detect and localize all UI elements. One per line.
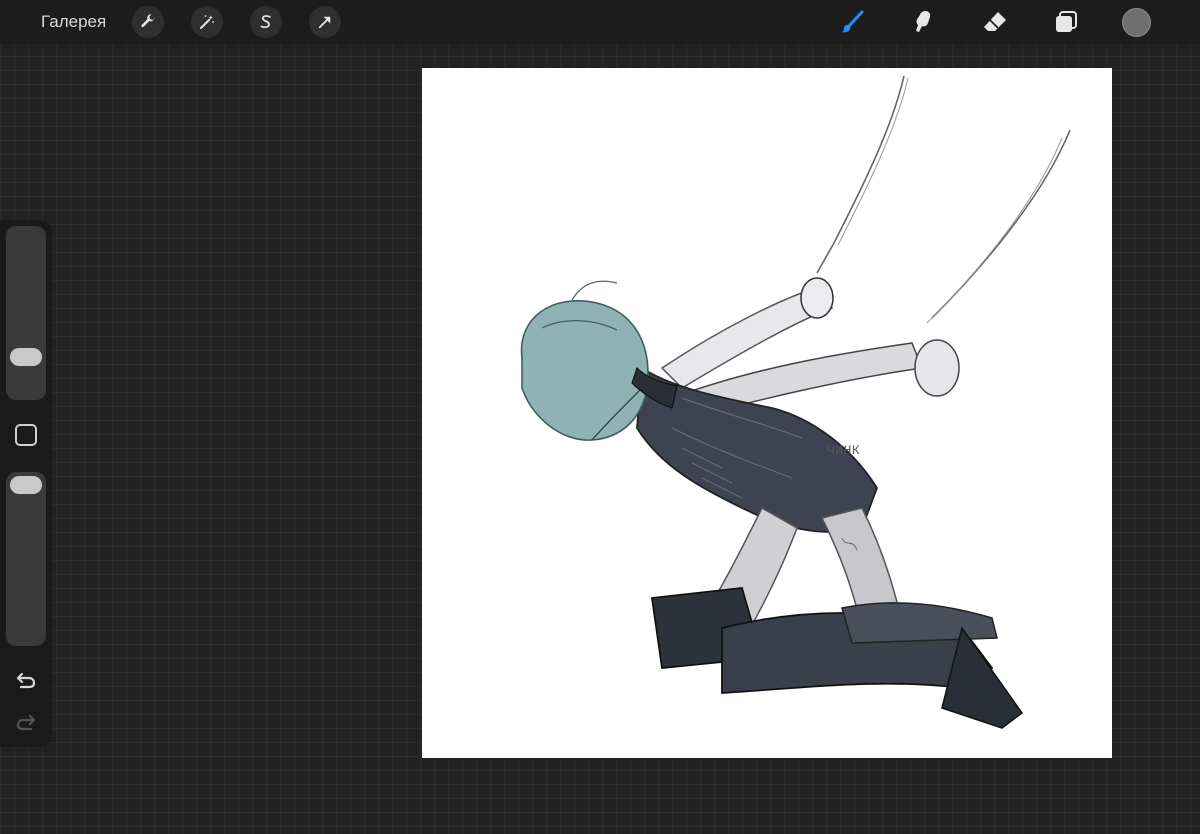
- selection-button[interactable]: [250, 6, 282, 38]
- actions-button[interactable]: [132, 6, 164, 38]
- redo-button[interactable]: [14, 710, 38, 734]
- layers-button[interactable]: [1048, 4, 1084, 40]
- smudge-icon: [916, 11, 931, 32]
- opacity-slider[interactable]: [6, 472, 46, 646]
- brush-size-thumb[interactable]: [10, 348, 42, 366]
- undo-icon: [16, 672, 36, 689]
- top-toolbar: Галерея: [0, 0, 1200, 44]
- drawing-canvas[interactable]: ЧИНК: [422, 68, 1112, 758]
- artwork-signature: ЧИНК: [827, 443, 861, 458]
- redo-icon: [16, 714, 36, 731]
- artwork-sketch: [520, 75, 1071, 729]
- brush-tool-button[interactable]: [834, 4, 870, 40]
- eraser-icon: [984, 12, 1006, 31]
- selection-s-icon: [260, 15, 271, 29]
- brush-size-slider[interactable]: [6, 226, 46, 400]
- wrench-icon: [141, 14, 155, 28]
- eraser-tool-button[interactable]: [977, 4, 1013, 40]
- color-picker-button[interactable]: [1122, 8, 1151, 37]
- smudge-tool-button[interactable]: [905, 4, 941, 40]
- adjustments-button[interactable]: [191, 6, 223, 38]
- brush-icon: [841, 10, 864, 33]
- transform-button[interactable]: [309, 6, 341, 38]
- gallery-button[interactable]: Галерея: [41, 11, 106, 33]
- opacity-thumb[interactable]: [10, 476, 42, 494]
- undo-button[interactable]: [14, 668, 38, 692]
- left-sidebar: [0, 220, 52, 747]
- magic-wand-icon: [200, 15, 214, 29]
- transform-arrow-icon: [318, 16, 331, 29]
- modify-button[interactable]: [15, 424, 37, 446]
- layers-icon: [1056, 11, 1077, 32]
